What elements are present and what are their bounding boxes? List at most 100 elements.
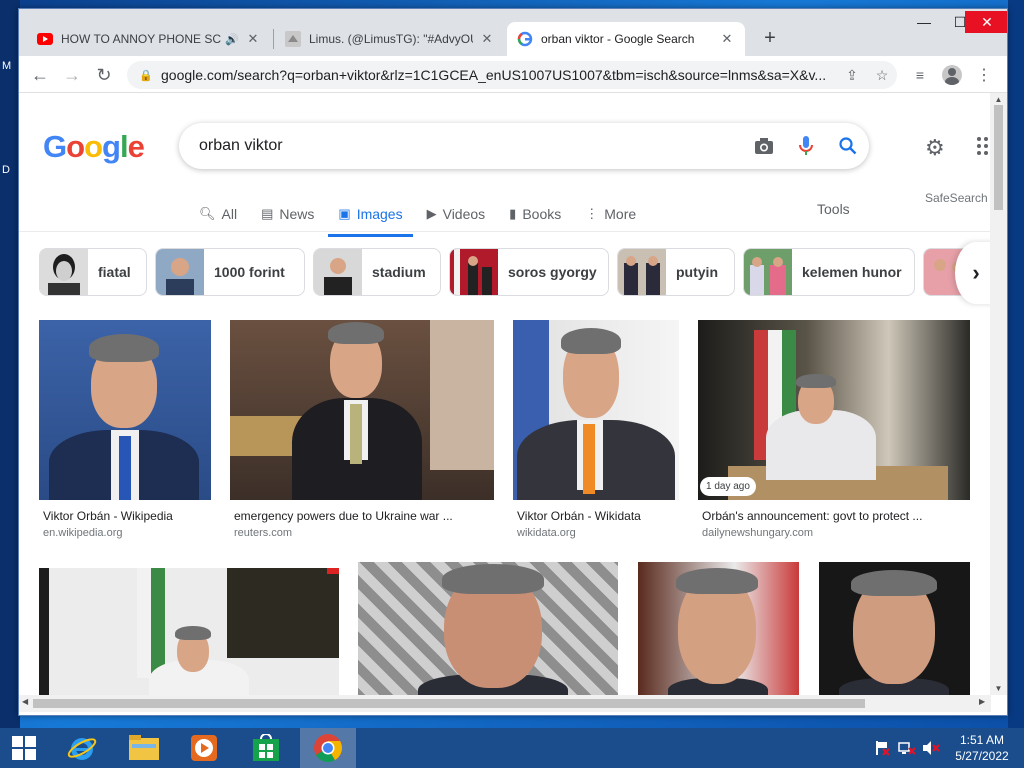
system-clock[interactable]: 1:51 AM 5/27/2022 <box>950 732 1014 764</box>
result-source[interactable]: wikidata.org <box>517 527 576 539</box>
result-image[interactable] <box>39 568 339 695</box>
url-text[interactable]: google.com/search?q=orban+viktor&rlz=1C1… <box>161 67 837 83</box>
gear-icon[interactable]: ⚙ <box>925 135 945 161</box>
chip-thumbnail <box>156 249 204 295</box>
result-image[interactable] <box>230 320 494 500</box>
chip-fiatal[interactable]: fiatal <box>39 248 147 296</box>
scrollbar-thumb[interactable] <box>33 699 865 708</box>
search-box[interactable]: orban viktor <box>179 123 869 169</box>
chip-label: soros gyorgy <box>508 264 597 280</box>
vertical-scrollbar[interactable]: ▲ ▼ <box>990 93 1007 695</box>
forward-button[interactable]: → <box>59 62 85 88</box>
search-icon: 🔍︎ <box>199 206 216 221</box>
chip-thumbnail <box>618 249 666 295</box>
tab-books[interactable]: ▮ Books <box>509 199 561 229</box>
microphone-icon[interactable] <box>785 136 827 156</box>
tab-news[interactable]: ▤ News <box>261 199 314 229</box>
chrome-icon[interactable] <box>300 728 356 768</box>
result-caption[interactable]: Viktor Orbán - Wikipedia <box>43 509 173 523</box>
google-logo[interactable]: Google <box>43 129 145 165</box>
result-source[interactable]: dailynewshungary.com <box>702 527 813 539</box>
horizontal-scrollbar[interactable]: ◀ ▶ <box>19 695 991 712</box>
result-image[interactable]: 1 day ago <box>698 320 970 500</box>
share-icon[interactable]: ⇪ <box>837 67 867 84</box>
tab-videos[interactable]: ▶ Videos <box>427 199 486 229</box>
result-image[interactable] <box>819 562 970 695</box>
chip-kelemen-hunor[interactable]: kelemen hunor <box>743 248 915 296</box>
close-tab-icon[interactable]: ✕ <box>245 31 261 47</box>
image-result[interactable]: Viktor Orbán - Wikidata wikidata.org <box>513 320 679 542</box>
chevron-right-icon[interactable]: › <box>955 242 991 304</box>
profile-button[interactable] <box>939 62 965 88</box>
close-tab-icon[interactable]: ✕ <box>719 31 735 47</box>
apps-grid-icon[interactable] <box>977 137 991 155</box>
new-tab-button[interactable]: + <box>757 26 783 52</box>
tab-google-search[interactable]: orban viktor - Google Search ✕ <box>507 22 745 56</box>
scroll-left-icon[interactable]: ◀ <box>22 697 28 706</box>
internet-explorer-icon[interactable] <box>54 728 110 768</box>
tab-label: News <box>279 206 315 222</box>
tab-strip: HOW TO ANNOY PHONE SC 🔊 ✕ Limus. (@Limus… <box>19 9 1007 56</box>
minimize-button[interactable]: — <box>909 11 939 33</box>
result-image[interactable] <box>638 562 799 695</box>
chip-soros-gyorgy[interactable]: soros gyorgy <box>449 248 609 296</box>
scrollbar-thumb[interactable] <box>994 105 1003 210</box>
search-icon[interactable] <box>827 137 869 155</box>
media-player-icon[interactable] <box>176 728 232 768</box>
tab-images[interactable]: ▣ Images <box>328 199 413 237</box>
tab-twitter[interactable]: Limus. (@LimusTG): "#AdvyOUT ✕ <box>275 22 505 56</box>
camera-icon[interactable] <box>743 137 785 155</box>
clock-date: 5/27/2022 <box>955 749 1009 763</box>
bookmark-star-icon[interactable]: ☆ <box>867 67 897 84</box>
tab-more[interactable]: ⋮ More <box>585 199 636 229</box>
address-bar[interactable]: 🔒 google.com/search?q=orban+viktor&rlz=1… <box>127 61 897 89</box>
tab-label: Books <box>522 206 562 222</box>
desktop-icon-label[interactable]: M <box>2 60 11 72</box>
menu-icon[interactable]: ⋮ <box>971 62 997 88</box>
speaker-icon[interactable]: 🔊 <box>225 33 239 46</box>
tab-youtube[interactable]: HOW TO ANNOY PHONE SC 🔊 ✕ <box>27 22 271 56</box>
desktop-icon-label[interactable]: D <box>2 164 10 176</box>
search-nav-tabs: 🔍︎ All ▤ News ▣ Images ▶ Videos ▮ Books ⋮ More <box>199 199 660 237</box>
result-image[interactable] <box>358 562 618 695</box>
reading-list-icon[interactable]: ≡ <box>907 62 933 88</box>
scroll-right-icon[interactable]: ▶ <box>979 697 985 706</box>
image-result[interactable] <box>819 562 970 695</box>
result-caption[interactable]: Orbán's announcement: govt to protect ..… <box>702 509 922 523</box>
network-icon[interactable] <box>898 728 916 768</box>
result-image[interactable] <box>39 320 211 500</box>
tab-all[interactable]: 🔍︎ All <box>199 199 237 229</box>
result-caption[interactable]: Viktor Orbán - Wikidata <box>517 509 641 523</box>
result-source[interactable]: reuters.com <box>234 527 292 539</box>
chip-stadium[interactable]: stadium <box>313 248 441 296</box>
store-icon[interactable] <box>238 728 294 768</box>
back-button[interactable]: ← <box>27 62 53 88</box>
result-caption[interactable]: emergency powers due to Ukraine war ... <box>234 509 453 523</box>
image-result[interactable] <box>39 568 339 695</box>
image-result[interactable]: 1 day ago Orbán's announcement: govt to … <box>698 320 970 542</box>
image-result[interactable]: emergency powers due to Ukraine war ... … <box>230 320 494 542</box>
image-result[interactable]: Viktor Orbán - Wikipedia en.wikipedia.or… <box>39 320 211 542</box>
search-input[interactable]: orban viktor <box>199 137 743 155</box>
tray-flag-icon[interactable] <box>874 728 890 768</box>
scroll-down-icon[interactable]: ▼ <box>990 684 1007 693</box>
more-icon: ⋮ <box>585 206 599 221</box>
scroll-up-icon[interactable]: ▲ <box>990 95 1007 104</box>
reload-button[interactable]: ↻ <box>91 62 117 88</box>
tools-button[interactable]: Tools <box>817 201 850 217</box>
chip-putyin[interactable]: putyin <box>617 248 735 296</box>
safesearch-link[interactable]: SafeSearch <box>925 191 988 205</box>
image-icon: ▣ <box>338 206 351 221</box>
result-image[interactable] <box>513 320 679 500</box>
result-source[interactable]: en.wikipedia.org <box>43 527 123 539</box>
file-explorer-icon[interactable] <box>116 728 172 768</box>
close-window-button[interactable]: ✕ <box>965 11 1007 33</box>
chip-1000-forint[interactable]: 1000 forint <box>155 248 305 296</box>
tab-label: All <box>221 206 238 222</box>
image-result[interactable] <box>358 562 618 695</box>
image-result[interactable] <box>638 562 799 695</box>
start-button[interactable] <box>0 728 48 768</box>
volume-muted-icon[interactable] <box>922 728 940 768</box>
close-tab-icon[interactable]: ✕ <box>479 31 495 47</box>
lock-icon[interactable]: 🔒 <box>139 69 153 82</box>
